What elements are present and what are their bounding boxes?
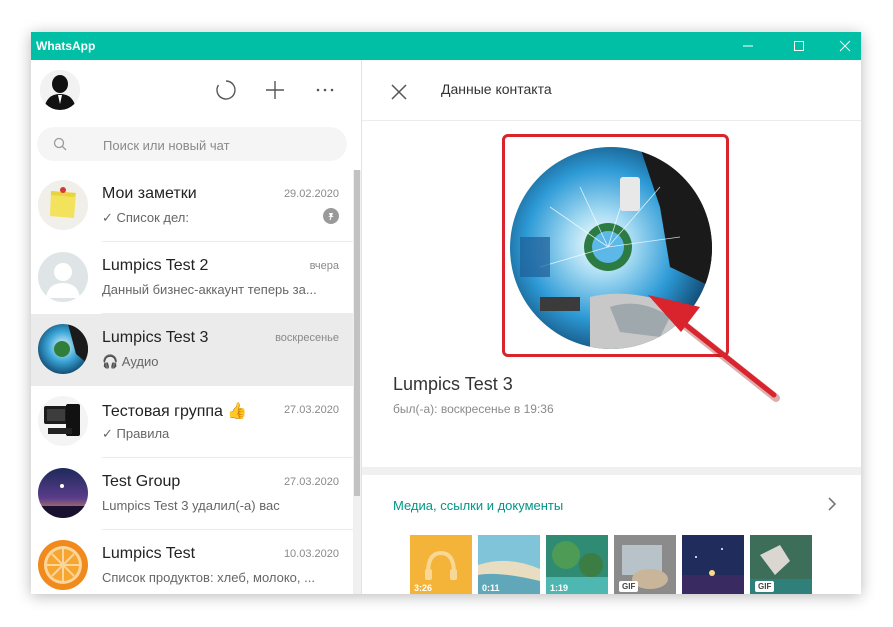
scrollbar-thumb[interactable]	[354, 170, 360, 496]
chat-item-lumpics-test[interactable]: Lumpics Test 10.03.2020 Список продуктов…	[31, 530, 353, 594]
panel-title: Данные контакта	[441, 81, 552, 97]
media-section-link[interactable]: Медиа, ссылки и документы	[393, 498, 563, 513]
chat-item-test-group[interactable]: Test Group 27.03.2020 Lumpics Test 3 уда…	[31, 458, 353, 530]
avatar	[38, 540, 88, 590]
search-box[interactable]	[37, 127, 347, 161]
status-button[interactable]	[214, 78, 238, 102]
maximize-button[interactable]	[776, 32, 822, 60]
my-avatar[interactable]	[40, 70, 80, 110]
contact-name: Lumpics Test 3	[393, 374, 513, 394]
chat-time: 29.02.2020	[283, 188, 339, 200]
close-panel-button[interactable]	[387, 80, 411, 104]
contact-info-header: Данные контакта	[362, 60, 861, 121]
avatar	[38, 396, 88, 446]
whatsapp-window: WhatsApp Поиск или новый чат Мои заметки…	[31, 32, 861, 594]
chat-preview: ✓ Список дел:	[102, 210, 189, 225]
media-section: Медиа, ссылки и документы 3:26 0:11 1:19	[362, 475, 861, 594]
media-thumb-video[interactable]: 0:11	[478, 535, 540, 594]
computer-icon	[38, 396, 88, 446]
maximize-icon	[794, 41, 804, 51]
chat-time: 27.03.2020	[283, 404, 339, 416]
chat-preview: ✓ Правила	[102, 426, 170, 441]
media-label: 1:19	[550, 583, 569, 593]
chat-item-notes[interactable]: Мои заметки 29.02.2020 ✓ Список дел:	[31, 170, 353, 242]
chat-name: Lumpics Test	[102, 545, 196, 562]
highlight-frame	[502, 134, 729, 357]
chat-preview: Список продуктов: хлеб, молоко, ...	[102, 570, 315, 585]
chat-time: вчера	[309, 260, 339, 272]
close-window-button[interactable]	[822, 32, 861, 60]
app-title: WhatsApp	[36, 39, 96, 53]
more-options-button[interactable]	[313, 78, 337, 102]
chat-preview: Данный бизнес-аккаунт теперь за...	[102, 282, 317, 297]
contact-last-seen: был(-а): воскресенье в 19:36	[393, 402, 554, 416]
chat-item-lumpics-test-2[interactable]: Lumpics Test 2 вчера Данный бизнес-аккау…	[31, 242, 353, 314]
media-thumb-image[interactable]	[682, 535, 744, 594]
new-chat-button[interactable]	[263, 78, 287, 102]
chat-list-pane: Мои заметки 29.02.2020 ✓ Список дел: Lum…	[31, 60, 362, 594]
status-icon	[216, 80, 236, 100]
more-icon	[316, 88, 334, 92]
pin-icon	[323, 208, 339, 224]
chat-time: 27.03.2020	[283, 476, 339, 488]
avatar	[38, 468, 88, 518]
chat-preview: Lumpics Test 3 удалил(-а) вас	[102, 498, 280, 513]
avatar	[38, 180, 88, 230]
chat-name: Lumpics Test 2	[102, 257, 209, 274]
profile-card: Lumpics Test 3 был(-а): воскресенье в 19…	[362, 121, 861, 467]
media-thumb-audio[interactable]: 3:26	[410, 535, 472, 594]
media-label: 0:11	[482, 583, 500, 593]
chat-name: Мои заметки	[102, 185, 197, 202]
chat-list: Мои заметки 29.02.2020 ✓ Список дел: Lum…	[31, 170, 353, 594]
media-thumb-gif[interactable]: GIF	[750, 535, 812, 594]
chat-item-test-group-ru[interactable]: Тестовая группа 👍 27.03.2020 ✓ Правила	[31, 386, 353, 458]
sidebar-header	[31, 60, 361, 120]
avatar	[38, 252, 88, 302]
orange-slice-icon	[38, 540, 88, 590]
chat-list-scrollbar[interactable]	[353, 170, 361, 594]
close-icon	[391, 84, 407, 100]
user-silhouette-icon	[40, 70, 80, 110]
chat-preview: 🎧 Аудио	[102, 354, 159, 369]
chat-time: воскресенье	[275, 332, 339, 344]
media-label: 3:26	[414, 583, 433, 593]
gif-badge: GIF	[619, 581, 639, 592]
chat-name: Test Group	[102, 473, 181, 490]
chat-item-lumpics-test-3[interactable]: Lumpics Test 3 воскресенье 🎧 Аудио	[31, 314, 353, 386]
gif-badge: GIF	[755, 581, 775, 592]
chat-name: Тестовая группа 👍	[102, 403, 248, 420]
avatar	[38, 324, 88, 374]
chat-name: Lumpics Test 3	[102, 329, 209, 346]
contact-info-pane: Данные контакта Lumpics Test 3 был(-а): …	[362, 60, 861, 594]
title-bar[interactable]: WhatsApp	[31, 32, 861, 60]
minimize-button[interactable]	[725, 32, 771, 60]
new-chat-icon	[266, 81, 284, 99]
search-area	[31, 120, 361, 170]
media-thumb-video[interactable]: 1:19	[546, 535, 608, 594]
minimize-icon	[743, 45, 753, 47]
chevron-right-icon[interactable]	[827, 496, 837, 512]
chat-time: 10.03.2020	[283, 548, 339, 560]
default-avatar-icon	[38, 252, 88, 302]
close-icon	[839, 40, 851, 52]
search-icon	[53, 137, 67, 151]
search-input[interactable]	[101, 135, 335, 155]
media-thumb-gif[interactable]: GIF	[614, 535, 676, 594]
